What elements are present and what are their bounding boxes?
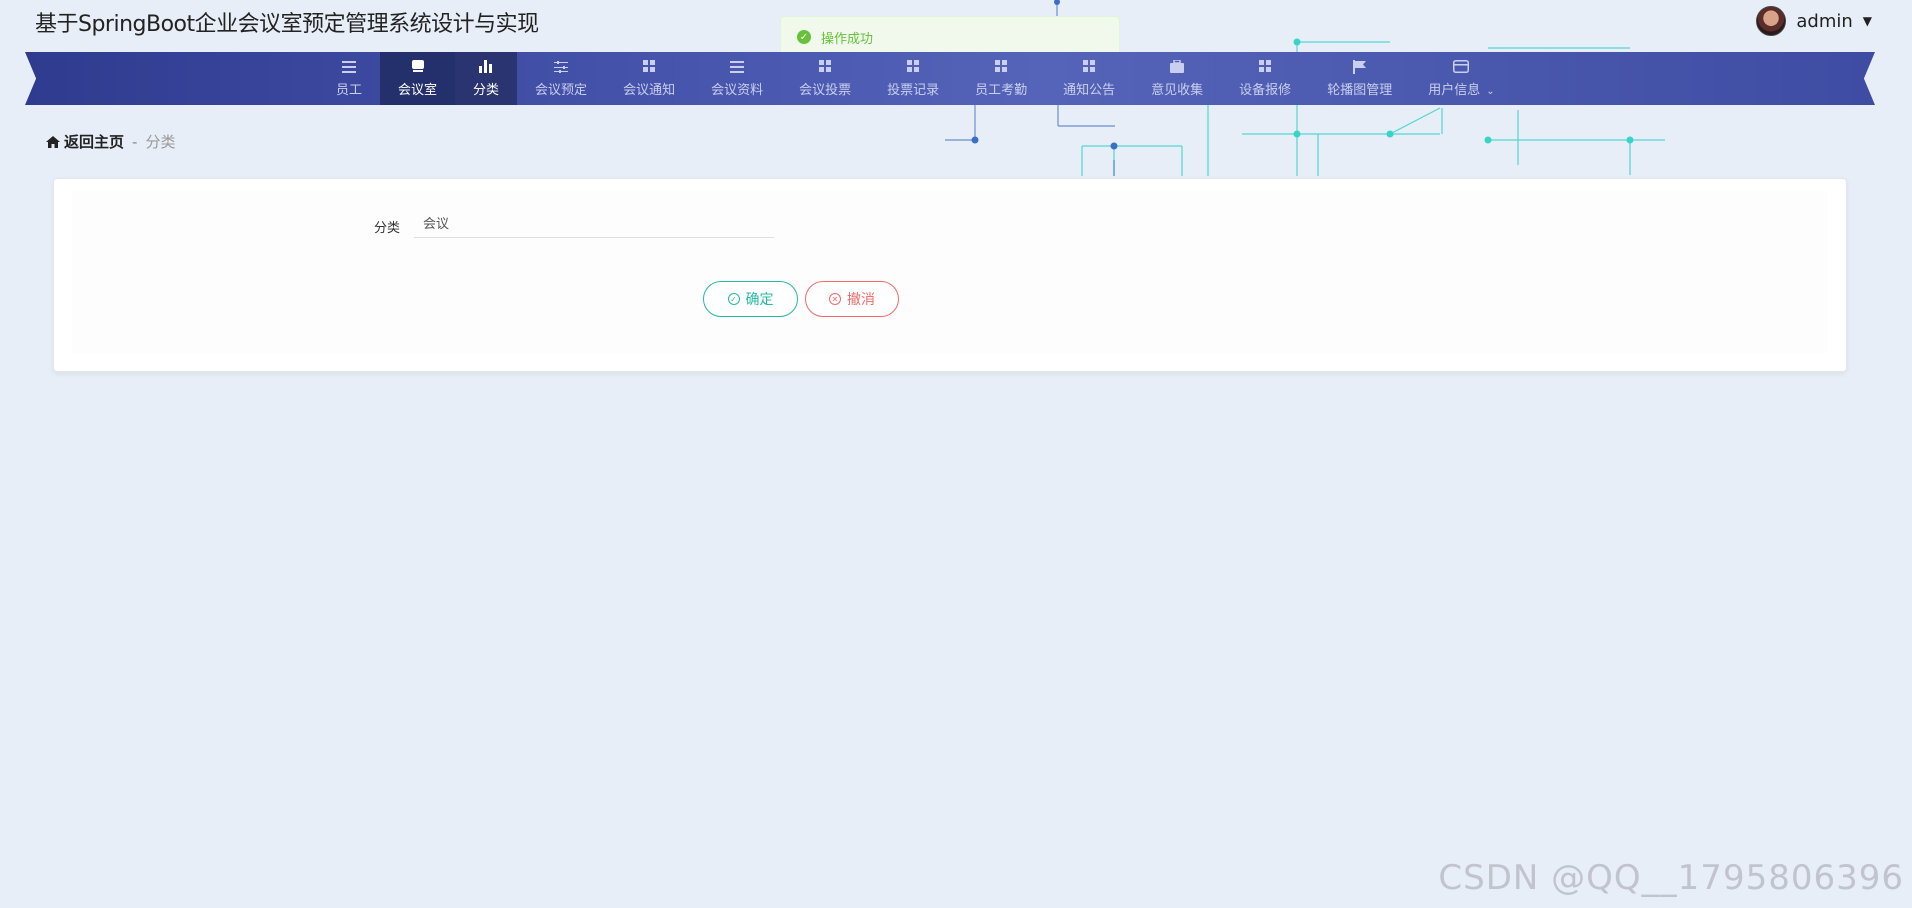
user-menu[interactable]: admin ▼ [1756,6,1872,36]
nav-item-label: 员工 [336,82,363,98]
nav-item-carousel[interactable]: 轮播图管理 [1309,52,1410,105]
nav-item-label: 员工考勤 [975,82,1028,98]
cancel-button-label: 撤消 [847,292,875,308]
cancel-button[interactable]: ✕ 撤消 [805,281,899,317]
nav-item-label: 会议室 [398,82,438,98]
nav-item-vote-records[interactable]: 投票记录 [869,52,957,105]
nav-item-label: 用户信息 ⌄ [1428,82,1495,98]
watermark: CSDN @QQ__1795806396 [1438,858,1904,898]
nav-item-meeting-booking[interactable]: 会议预定 [517,52,605,105]
nav-item-feedback[interactable]: 意见收集 [1133,52,1221,105]
sliders-icon [553,60,569,74]
nav-item-label: 会议通知 [623,82,676,98]
nav-item-employee[interactable]: 员工 [318,52,380,105]
check-circle-icon: ✓ [797,30,811,44]
breadcrumb-separator: - [132,132,138,151]
breadcrumb-home[interactable]: 返回主页 [46,131,124,152]
form-card-inner [72,191,1828,353]
nav-item-meeting-notice[interactable]: 会议通知 [605,52,693,105]
nav-item-category[interactable]: 分类 [455,52,518,105]
form-card [53,178,1847,372]
breadcrumb-current: 分类 [145,133,176,151]
nav-item-announcement[interactable]: 通知公告 [1045,52,1133,105]
list-icon [341,60,357,74]
nav-item-label: 会议资料 [711,82,764,98]
site-title: 基于SpringBoot企业会议室预定管理系统设计与实现 [35,12,539,37]
caret-down-icon: ▼ [1862,14,1872,28]
chevron-down-icon: ⌄ [1486,85,1495,97]
briefcase-icon [1169,60,1185,74]
nav-item-meeting-room[interactable]: 会议室 [380,52,456,105]
nav-item-label: 轮播图管理 [1327,82,1393,98]
breadcrumb: 返回主页 - 分类 [46,131,175,152]
toast-message: 操作成功 [821,31,874,47]
grid-icon [993,60,1009,74]
category-input[interactable] [414,208,774,238]
nav-item-label: 分类 [473,82,500,98]
nav-item-attendance[interactable]: 员工考勤 [957,52,1045,105]
bar-chart-icon [478,60,494,74]
grid-icon [641,60,657,74]
grid-icon [817,60,833,74]
grid-icon [905,60,921,74]
username: admin [1796,10,1853,32]
nav-item-meeting-materials[interactable]: 会议资料 [693,52,781,105]
flag-icon [1352,59,1368,74]
main-nav: 员工 会议室 分类 会议预定 会议通知 会议资料 会议投票 投票记录 员工考勤 … [318,52,1513,105]
confirm-button[interactable]: ✓ 确定 [703,281,798,317]
nav-item-user-info[interactable]: 用户信息 ⌄ [1410,52,1512,105]
nav-item-label: 投票记录 [887,82,940,98]
nav-item-label: 意见收集 [1151,82,1204,98]
list-icon [729,60,745,74]
close-circle-icon: ✕ [829,293,841,305]
grid-icon [1081,60,1097,74]
card-icon [1453,60,1470,74]
nav-item-label: 会议预定 [535,82,588,98]
confirm-button-label: 确定 [745,292,774,308]
home-icon [46,135,60,148]
avatar [1756,6,1787,36]
nav-item-label: 设备报修 [1239,82,1292,98]
category-label: 分类 [374,221,401,236]
nav-item-label: 通知公告 [1063,82,1116,98]
nav-item-repair[interactable]: 设备报修 [1221,52,1309,105]
nav-item-meeting-vote[interactable]: 会议投票 [781,52,869,105]
nav-item-label: 会议投票 [799,82,852,98]
breadcrumb-home-label: 返回主页 [64,133,125,151]
monitor-icon [410,60,426,74]
check-circle-icon: ✓ [727,293,740,305]
grid-icon [1257,60,1273,74]
